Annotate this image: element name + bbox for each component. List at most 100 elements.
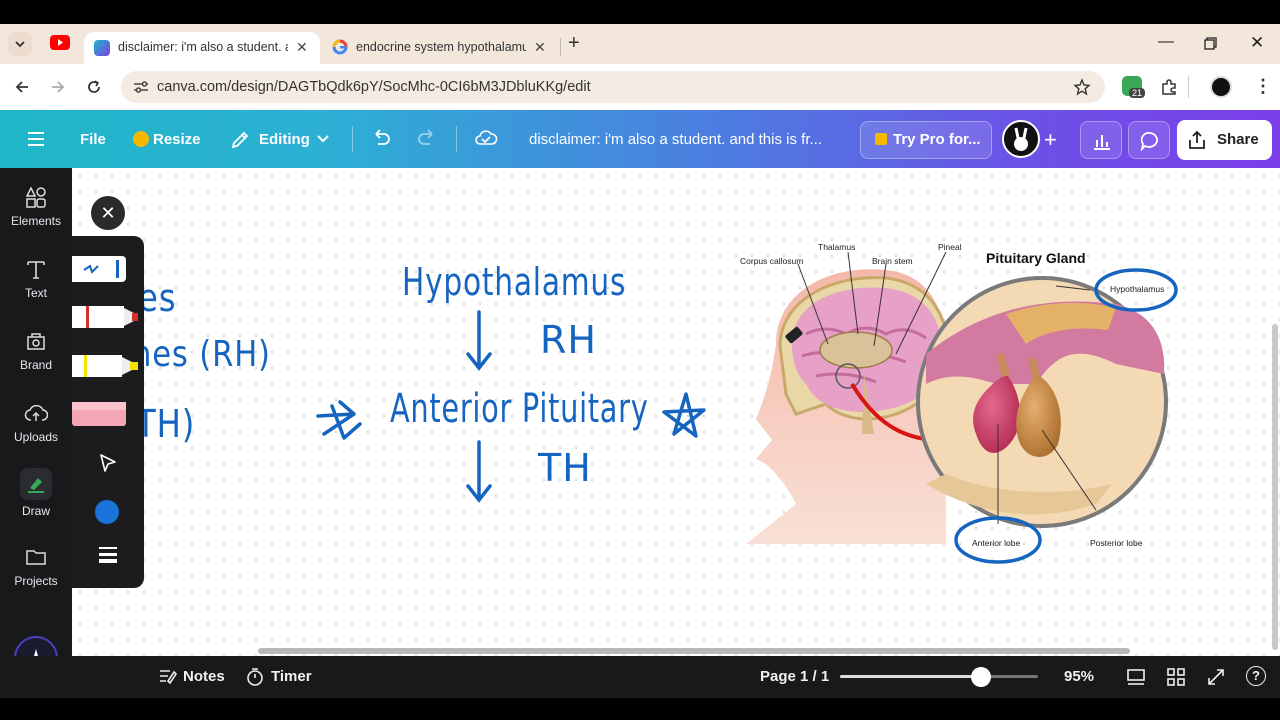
pen-icon bbox=[83, 260, 119, 278]
draw-tools-panel bbox=[72, 236, 144, 588]
bookmark-star-icon[interactable] bbox=[1073, 78, 1091, 96]
elements-icon bbox=[25, 186, 46, 208]
design-canvas[interactable]: es nes (RH) TH) Hypothalamus RH Anterior… bbox=[72, 168, 1280, 656]
highlighter-tool[interactable] bbox=[72, 352, 140, 380]
zoom-slider-track[interactable] bbox=[840, 667, 1038, 687]
chevron-down-icon bbox=[15, 41, 25, 48]
sidebar-label: Projects bbox=[14, 574, 58, 588]
try-pro-button[interactable]: Try Pro for... bbox=[860, 121, 992, 159]
star-doodle-left[interactable] bbox=[314, 396, 364, 442]
horizontal-scrollbar[interactable] bbox=[258, 648, 1130, 654]
down-arrow-1[interactable] bbox=[464, 310, 494, 372]
window-close-icon[interactable]: ✕ bbox=[1250, 33, 1264, 53]
add-collaborator-icon[interactable]: + bbox=[1044, 127, 1057, 153]
user-avatar[interactable] bbox=[1002, 120, 1040, 158]
site-settings-icon[interactable] bbox=[133, 80, 149, 94]
tab-close-icon[interactable]: ✕ bbox=[534, 39, 546, 56]
youtube-pinned-tab[interactable] bbox=[50, 35, 70, 50]
hamburger-menu-icon[interactable] bbox=[26, 131, 46, 147]
crown-icon bbox=[133, 131, 149, 147]
redo-icon[interactable] bbox=[416, 129, 438, 149]
vertical-scrollbar[interactable] bbox=[1272, 324, 1278, 650]
browser-menu-icon[interactable]: ⋮ bbox=[1254, 76, 1272, 97]
help-icon[interactable]: ? bbox=[1246, 666, 1266, 686]
file-menu[interactable]: File bbox=[80, 131, 106, 148]
insights-button[interactable] bbox=[1080, 121, 1122, 159]
eraser-tool[interactable] bbox=[72, 400, 128, 428]
tab-canva[interactable]: disclaimer: i'm also a student. a ✕ bbox=[84, 32, 320, 64]
notes-button[interactable]: Notes bbox=[183, 668, 225, 685]
sidebar-item-text[interactable]: Text bbox=[0, 256, 72, 300]
color-picker-swatch[interactable] bbox=[95, 500, 119, 524]
marker-tool[interactable] bbox=[72, 304, 140, 330]
pages-view-icon[interactable] bbox=[1126, 667, 1146, 687]
editing-mode-dropdown[interactable]: Editing bbox=[259, 131, 310, 148]
grid-view-icon[interactable] bbox=[1166, 667, 1186, 687]
pen-tool[interactable] bbox=[72, 256, 126, 282]
text-icon bbox=[27, 261, 45, 279]
try-pro-label: Try Pro for... bbox=[893, 131, 981, 148]
fullscreen-icon[interactable] bbox=[1206, 667, 1226, 687]
select-pointer-icon[interactable] bbox=[97, 452, 119, 474]
label-thalamus: Thalamus bbox=[818, 242, 856, 252]
undo-icon[interactable] bbox=[370, 129, 392, 149]
sidebar-label: Elements bbox=[10, 214, 62, 228]
handwriting-th[interactable]: TH bbox=[538, 446, 592, 490]
comments-button[interactable] bbox=[1128, 121, 1170, 159]
label-pineal: Pineal bbox=[938, 242, 962, 252]
tab-search-button[interactable] bbox=[8, 32, 32, 56]
address-bar[interactable]: canva.com/design/DAGTbQdk6pY/SocMhc-0CI6… bbox=[121, 71, 1105, 103]
sidebar-item-projects[interactable]: Projects bbox=[0, 544, 72, 588]
restore-icon[interactable] bbox=[1204, 37, 1217, 50]
uploads-icon bbox=[24, 404, 48, 421]
down-arrow-2[interactable] bbox=[464, 440, 494, 504]
google-icon bbox=[332, 39, 348, 55]
reload-icon[interactable] bbox=[86, 79, 102, 95]
label-posterior-lobe: Posterior lobe bbox=[1090, 538, 1143, 548]
page-indicator[interactable]: Page 1 / 1 bbox=[760, 668, 829, 685]
handwriting-rh[interactable]: RH bbox=[540, 318, 597, 362]
label-anterior-lobe: Anterior lobe bbox=[972, 538, 1021, 548]
star-doodle-right[interactable] bbox=[660, 390, 710, 442]
toolbar-divider bbox=[1188, 76, 1189, 98]
share-upload-icon bbox=[1189, 130, 1205, 149]
handwriting-anterior-pituitary[interactable]: Anterior Pituitary bbox=[390, 386, 648, 432]
sidebar-label: Text bbox=[24, 286, 47, 300]
minimize-icon[interactable]: — bbox=[1158, 33, 1174, 51]
resize-button[interactable]: Resize bbox=[153, 131, 201, 148]
close-draw-panel-button[interactable]: ✕ bbox=[91, 196, 125, 230]
profile-avatar[interactable] bbox=[1210, 76, 1232, 98]
extensions-puzzle-icon[interactable] bbox=[1160, 78, 1178, 96]
back-arrow-icon[interactable] bbox=[14, 79, 30, 95]
new-tab-button[interactable]: + bbox=[568, 32, 580, 55]
tab-close-icon[interactable]: ✕ bbox=[296, 39, 308, 56]
handwriting-partial-3[interactable]: TH) bbox=[136, 402, 195, 446]
bar-chart-icon bbox=[1094, 135, 1110, 150]
sidebar-item-uploads[interactable]: Uploads bbox=[0, 400, 72, 444]
canva-footer: Notes Timer Page 1 / 1 95% ? bbox=[0, 656, 1280, 698]
sidebar-item-draw[interactable]: Draw bbox=[0, 468, 72, 518]
notes-icon bbox=[160, 670, 178, 685]
cloud-saved-icon[interactable] bbox=[474, 129, 498, 147]
document-title[interactable]: disclaimer: i'm also a student. and this… bbox=[529, 131, 822, 148]
tab-google[interactable]: endocrine system hypothalamu ✕ bbox=[324, 32, 556, 64]
forward-arrow-icon[interactable] bbox=[50, 79, 66, 95]
share-button[interactable]: Share bbox=[1177, 120, 1272, 160]
left-sidebar: Elements Text Brand Uploads Draw Project… bbox=[0, 168, 72, 680]
handwriting-hypothalamus[interactable]: Hypothalamus bbox=[402, 260, 626, 304]
pituitary-diagram[interactable]: Corpus callosum Thalamus Brain stem Pine… bbox=[736, 234, 1196, 564]
tab-title: endocrine system hypothalamu bbox=[356, 40, 526, 54]
sidebar-label: Uploads bbox=[13, 430, 59, 444]
draw-icon bbox=[28, 478, 44, 493]
stroke-weight-icon[interactable] bbox=[97, 546, 119, 564]
handwriting-partial-2[interactable]: nes (RH) bbox=[132, 334, 271, 375]
header-divider bbox=[352, 126, 353, 152]
screen-bottom-bar bbox=[0, 698, 1280, 720]
sidebar-item-elements[interactable]: Elements bbox=[0, 184, 72, 228]
timer-button[interactable]: Timer bbox=[271, 668, 312, 685]
sidebar-item-brand[interactable]: Brand bbox=[0, 328, 72, 372]
canva-favicon-icon bbox=[94, 40, 110, 56]
zoom-percentage[interactable]: 95% bbox=[1064, 668, 1094, 685]
zoom-slider-thumb[interactable] bbox=[970, 667, 991, 687]
avatar-bunny-icon bbox=[1014, 127, 1028, 151]
